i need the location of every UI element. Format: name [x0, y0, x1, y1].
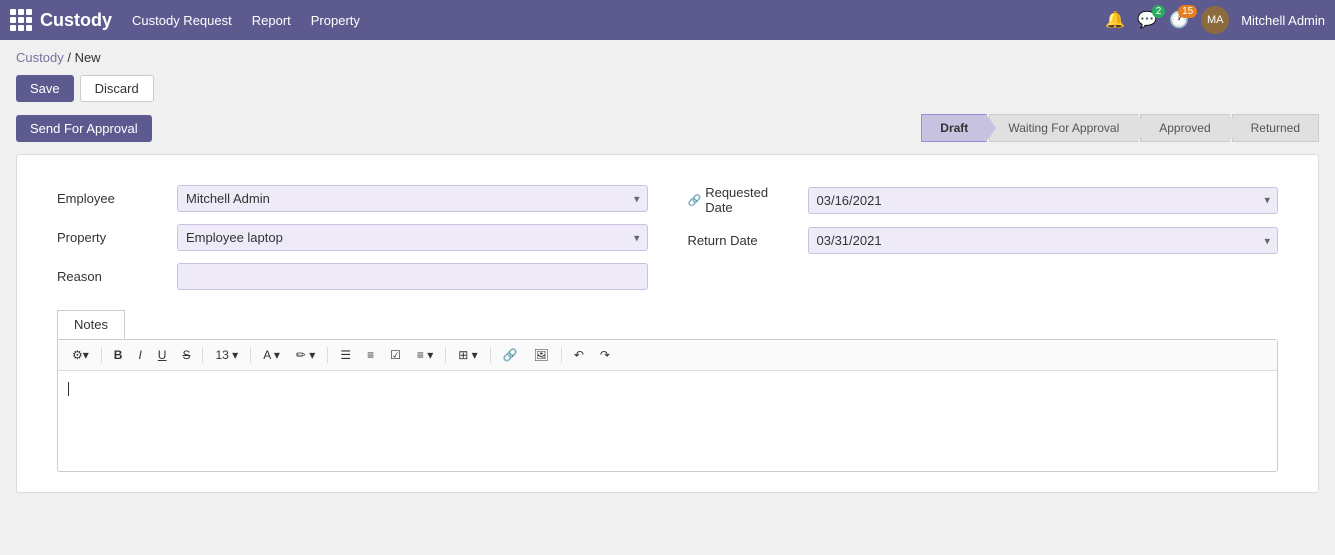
employee-select[interactable]: Mitchell Admin — [177, 185, 648, 212]
toolbar-align-button[interactable]: ≡ ▾ — [411, 345, 439, 365]
nav-right: 🔔 💬 2 🕐 15 MA Mitchell Admin — [1105, 6, 1325, 34]
property-select-wrapper: Employee laptop — [177, 224, 648, 251]
status-returned[interactable]: Returned — [1232, 114, 1319, 142]
toolbar-redo-button[interactable]: ↷ — [594, 345, 616, 365]
notes-section: Notes ⚙▾ B I U S 13 ▾ A ▾ ✏ ▾ ☰ — [57, 310, 1278, 472]
toolbar-ordered-list-button[interactable]: ≡ — [361, 345, 380, 365]
employee-label: Employee — [57, 191, 167, 206]
action-buttons: Save Discard — [16, 75, 1319, 102]
notes-tab[interactable]: Notes — [57, 310, 125, 339]
toolbar-italic-button[interactable]: I — [132, 345, 147, 365]
notification-bell[interactable]: 🔔 — [1105, 10, 1125, 30]
breadcrumb-parent[interactable]: Custody — [16, 50, 64, 65]
requested-date-select[interactable]: 03/16/2021 — [808, 187, 1279, 214]
status-draft[interactable]: Draft — [921, 114, 987, 142]
breadcrumb-current: New — [75, 50, 101, 65]
form-left-col: Employee Mitchell Admin Property Employe… — [57, 185, 648, 290]
breadcrumb-separator: / — [67, 50, 74, 65]
form-card: Employee Mitchell Admin Property Employe… — [16, 154, 1319, 493]
requested-date-row: 🔗 Requested Date 03/16/2021 — [688, 185, 1279, 215]
toolbar-image-button[interactable]: 🖼 — [528, 345, 555, 365]
reason-input[interactable] — [177, 263, 648, 290]
grid-icon — [10, 9, 32, 31]
toolbar-fontsize-button[interactable]: 13 ▾ — [209, 345, 244, 365]
nav-custody-request[interactable]: Custody Request — [132, 13, 232, 28]
toolbar-strikethrough-button[interactable]: S — [176, 345, 196, 365]
breadcrumb: Custody / New — [16, 50, 1319, 65]
notes-editor: ⚙▾ B I U S 13 ▾ A ▾ ✏ ▾ ☰ ≡ ☑ ≡ ▾ — [57, 339, 1278, 472]
status-steps: Draft Waiting For Approval Approved Retu… — [921, 114, 1319, 142]
updates-icon[interactable]: 🕐 15 — [1169, 10, 1189, 30]
nav-menu: Custody Request Report Property — [132, 13, 1105, 28]
requested-date-label-group: 🔗 Requested Date — [688, 185, 798, 215]
toolbar-sep-3 — [250, 347, 251, 363]
status-bar: Send For Approval Draft Waiting For Appr… — [16, 114, 1319, 142]
updates-badge: 15 — [1178, 5, 1197, 18]
editor-body[interactable] — [58, 371, 1277, 471]
status-approved[interactable]: Approved — [1140, 114, 1229, 142]
toolbar-fontcolor-button[interactable]: A ▾ — [257, 345, 286, 365]
return-date-label: Return Date — [688, 233, 798, 248]
toolbar-sep-2 — [202, 347, 203, 363]
property-row: Property Employee laptop — [57, 224, 648, 251]
return-date-row: Return Date 03/31/2021 — [688, 227, 1279, 254]
toolbar-sep-7 — [561, 347, 562, 363]
toolbar-table-button[interactable]: ⊞ ▾ — [452, 345, 483, 365]
text-cursor — [68, 382, 69, 396]
app-title: Custody — [40, 10, 112, 31]
reason-row: Reason — [57, 263, 648, 290]
employee-select-wrapper: Mitchell Admin — [177, 185, 648, 212]
save-button[interactable]: Save — [16, 75, 74, 102]
return-date-select[interactable]: 03/31/2021 — [808, 227, 1279, 254]
requested-date-label: 🔗 Requested Date — [688, 185, 798, 215]
toolbar-sep-4 — [327, 347, 328, 363]
status-waiting[interactable]: Waiting For Approval — [989, 114, 1138, 142]
form-grid: Employee Mitchell Admin Property Employe… — [57, 185, 1278, 290]
messages-badge: 2 — [1152, 5, 1166, 18]
toolbar-sep-6 — [490, 347, 491, 363]
employee-row: Employee Mitchell Admin — [57, 185, 648, 212]
toolbar-link-button[interactable]: 🔗 — [497, 345, 524, 365]
ext-link-icon: 🔗 — [688, 194, 702, 207]
property-select[interactable]: Employee laptop — [177, 224, 648, 251]
editor-toolbar: ⚙▾ B I U S 13 ▾ A ▾ ✏ ▾ ☰ ≡ ☑ ≡ ▾ — [58, 340, 1277, 371]
send-for-approval-button[interactable]: Send For Approval — [16, 115, 152, 142]
toolbar-unordered-list-button[interactable]: ☰ — [334, 345, 357, 365]
toolbar-underline-button[interactable]: U — [152, 345, 173, 365]
top-navigation: Custody Custody Request Report Property … — [0, 0, 1335, 40]
toolbar-undo-button[interactable]: ↶ — [568, 345, 590, 365]
nav-property[interactable]: Property — [311, 13, 360, 28]
property-label: Property — [57, 230, 167, 245]
admin-name: Mitchell Admin — [1241, 13, 1325, 28]
form-right-col: 🔗 Requested Date 03/16/2021 Return Date — [688, 185, 1279, 290]
toolbar-sep-5 — [445, 347, 446, 363]
messages-icon[interactable]: 💬 2 — [1137, 10, 1157, 30]
toolbar-highlight-button[interactable]: ✏ ▾ — [290, 345, 321, 365]
toolbar-sep-1 — [101, 347, 102, 363]
avatar[interactable]: MA — [1201, 6, 1229, 34]
nav-report[interactable]: Report — [252, 13, 291, 28]
page-content: Custody / New Save Discard Send For Appr… — [0, 40, 1335, 555]
toolbar-checkbox-button[interactable]: ☑ — [384, 345, 407, 365]
requested-date-select-wrapper: 03/16/2021 — [808, 187, 1279, 214]
discard-button[interactable]: Discard — [80, 75, 154, 102]
return-date-select-wrapper: 03/31/2021 — [808, 227, 1279, 254]
reason-label: Reason — [57, 269, 167, 284]
toolbar-cog-button[interactable]: ⚙▾ — [66, 345, 95, 365]
app-logo[interactable]: Custody — [10, 9, 112, 31]
toolbar-bold-button[interactable]: B — [108, 345, 129, 365]
